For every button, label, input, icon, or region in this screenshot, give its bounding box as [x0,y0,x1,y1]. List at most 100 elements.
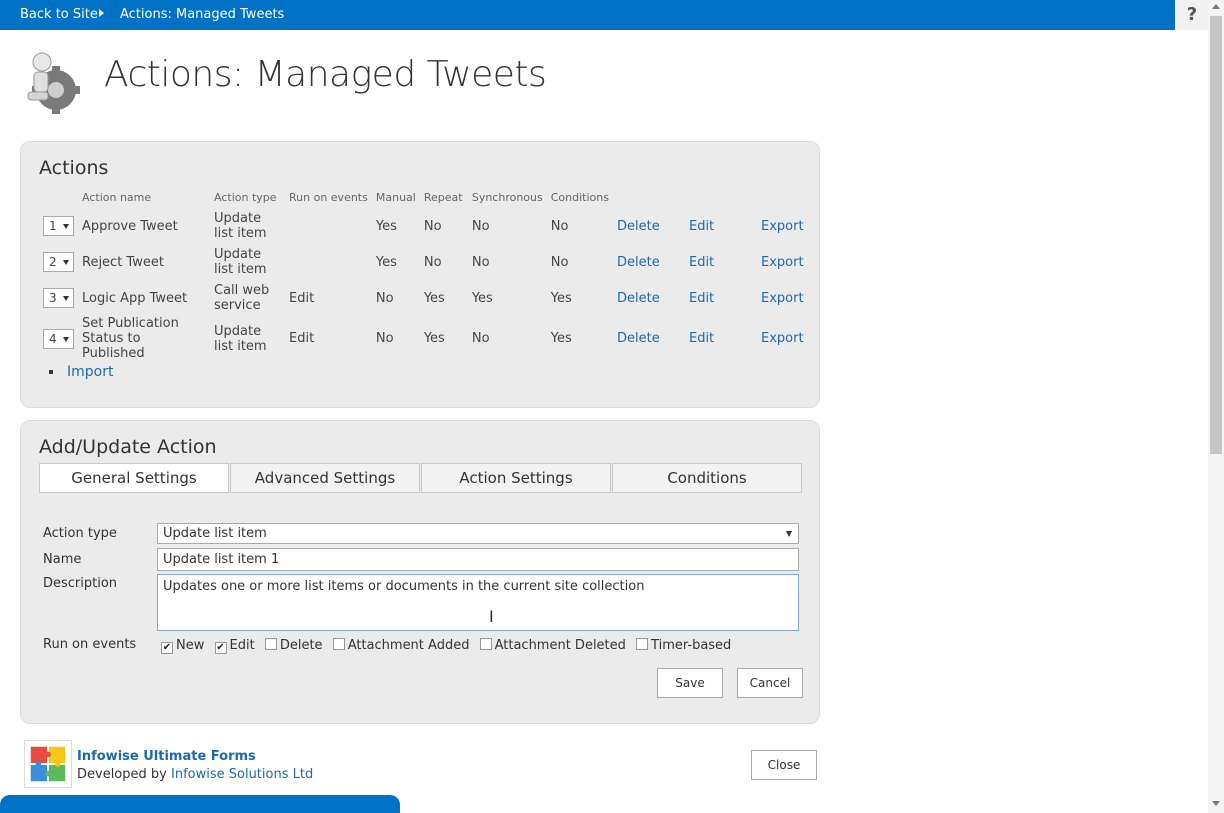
bottom-bar [0,795,400,813]
column-header: Repeat [423,190,463,204]
export-link[interactable]: Export [761,255,804,270]
conditions: Yes [550,290,572,306]
order-select[interactable]: 3 [43,288,74,308]
breadcrumb-separator-icon [99,9,104,17]
action-type: Update list item [214,211,267,241]
actions-table: Action name Action type Run on events Ma… [39,186,817,361]
cancel-button[interactable]: Cancel [737,668,803,698]
actions-panel: Actions Action name Action type Run on e… [20,141,820,408]
run-on-events-checkboxes: ✔ New ✔ Edit Delete Attachment Added Attac… [161,638,737,654]
delete-link[interactable]: Delete [617,255,660,270]
page-title: Actions: Managed Tweets [104,54,547,95]
action-name: Logic App Tweet [82,290,188,306]
event-checkbox-attachment-deleted[interactable] [479,638,492,650]
developer-credit: Developed by Infowise Solutions Ltd [77,767,313,782]
event-checkbox-attachment-added[interactable] [332,638,345,650]
table-row: 2 Reject Tweet Update list item Yes No N… [39,244,817,280]
order-select[interactable]: 4 [43,328,74,349]
tab-action-settings[interactable]: Action Settings [421,463,611,493]
breadcrumb-current: Actions: Managed Tweets [120,7,285,22]
export-link[interactable]: Export [761,331,804,346]
action-type-select[interactable]: Update list item [157,523,799,544]
name-input[interactable]: Update list item 1 [157,548,799,571]
export-link[interactable]: Export [761,219,804,234]
puzzle-logo-icon [24,740,72,788]
close-button[interactable]: Close [751,750,817,780]
dropdown-arrow-icon [786,531,792,537]
save-button[interactable]: Save [657,668,723,698]
checkbox-label: Delete [279,638,323,653]
action-type: Update list item [214,247,267,277]
checkbox-label: Timer-based [651,638,732,653]
column-header: Action name [82,190,152,204]
help-icon[interactable]: ? [1176,0,1208,30]
event-checkbox-delete[interactable] [264,638,277,650]
scrollbar-thumb[interactable] [1210,16,1222,454]
action-name: Reject Tweet [82,254,164,270]
description-textarea[interactable]: Updates one or more list items or docume… [157,574,799,631]
conditions: No [550,218,569,234]
order-select[interactable]: 2 [43,252,74,272]
order-select[interactable]: 1 [43,216,74,236]
tab-conditions[interactable]: Conditions [612,463,802,493]
back-to-site-link[interactable]: Back to Site [20,7,98,22]
run-on-events [285,208,372,244]
robot-gear-logo-icon [27,52,80,114]
name-label: Name [43,552,82,567]
edit-link[interactable]: Edit [689,331,714,346]
scroll-up-icon[interactable] [1212,4,1220,9]
vertical-scrollbar[interactable] [1208,0,1224,813]
event-checkbox-timer-based[interactable] [636,638,649,650]
action-type: Update list item [214,323,267,354]
checkbox-label: Attachment Added [347,638,470,653]
export-link[interactable]: Export [761,291,804,306]
run-on-events: Edit [289,331,315,346]
dropdown-arrow-icon [63,260,69,265]
event-checkbox-edit[interactable]: ✔ [214,642,227,654]
product-name: Infowise Ultimate Forms [77,749,256,764]
add-update-panel-title: Add/Update Action [39,436,217,458]
table-row: 3 Logic App Tweet Call web service Edit … [39,280,817,316]
synchronous: No [471,331,490,346]
developed-by-text: Developed by [77,767,167,782]
edit-link[interactable]: Edit [689,291,714,306]
column-header: Action type [214,190,277,204]
conditions: Yes [550,331,572,346]
run-on-events: Edit [289,290,315,306]
company-link[interactable]: Infowise Solutions Ltd [171,767,313,782]
table-row: 1 Approve Tweet Update list item Yes No … [39,208,817,244]
action-name: Set Publication Status to Published [82,316,179,361]
checkbox-label: New [176,638,205,653]
repeat: No [423,254,442,270]
description-label: Description [43,576,118,591]
table-row: 4 Set Publication Status to Published Up… [39,316,817,361]
conditions: No [550,254,569,270]
tab-advanced-settings[interactable]: Advanced Settings [230,463,420,493]
delete-link[interactable]: Delete [617,219,660,234]
column-header: Run on events [289,190,368,204]
action-type-label: Action type [43,526,117,541]
event-checkbox-new[interactable]: ✔ [161,642,173,654]
settings-tabs: General Settings Advanced Settings Actio… [39,463,803,493]
delete-link[interactable]: Delete [617,291,660,306]
repeat: Yes [423,331,445,346]
import-item: Import [49,364,113,380]
run-on-events-label: Run on events [43,637,137,652]
manual: No [375,331,394,346]
tab-general-settings[interactable]: General Settings [39,463,229,493]
dropdown-arrow-icon [63,224,69,229]
edit-link[interactable]: Edit [689,255,714,270]
run-on-events [285,244,372,280]
manual: No [375,290,394,306]
action-name: Approve Tweet [82,218,178,234]
dropdown-arrow-icon [63,296,69,301]
column-header: Manual [375,190,416,204]
delete-link[interactable]: Delete [617,331,660,346]
dropdown-arrow-icon [63,336,69,342]
scroll-down-icon[interactable] [1212,801,1220,806]
edit-link[interactable]: Edit [689,219,714,234]
text-cursor-icon: I [489,607,494,626]
action-type: Call web service [214,283,270,313]
import-link[interactable]: Import [67,364,113,380]
column-header: Conditions [550,190,609,204]
